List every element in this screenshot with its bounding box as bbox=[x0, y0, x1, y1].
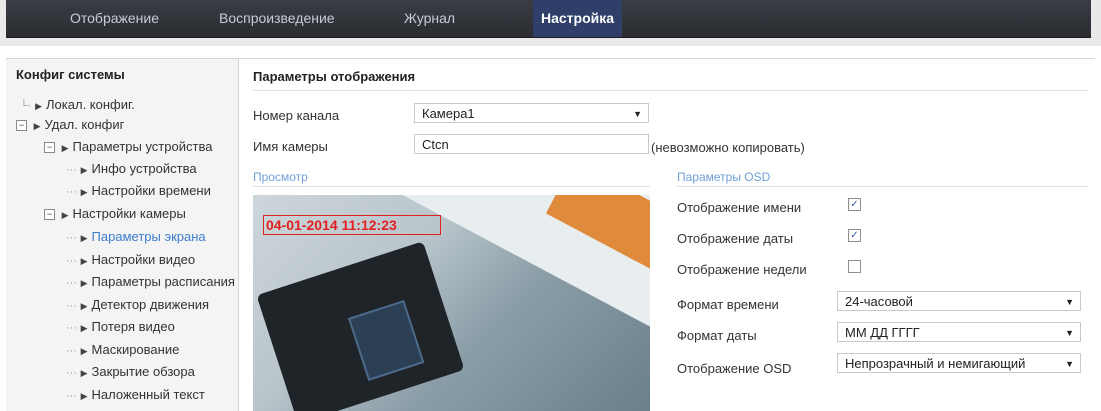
tree-item-tamper-proof[interactable]: ··· ▶ Закрытие обзора bbox=[66, 362, 195, 382]
tree-item-time-settings[interactable]: ··· ▶ Настройки времени bbox=[66, 181, 211, 201]
preview-scene-screen bbox=[347, 299, 425, 381]
show-name-checkbox[interactable]: ✓ bbox=[848, 198, 861, 211]
arrow-right-icon: ▶ bbox=[80, 278, 88, 288]
tree-item-local-config[interactable]: └· ▶ Локал. конфиг. bbox=[20, 95, 135, 115]
show-week-label: Отображение недели bbox=[677, 262, 807, 277]
arrow-right-icon: ▶ bbox=[80, 346, 88, 356]
tree-connector-icon: ··· bbox=[66, 277, 77, 289]
tree-connector-icon: ··· bbox=[66, 367, 77, 379]
display-settings-panel: Параметры отображения Номер канала Камер… bbox=[239, 58, 1095, 411]
chevron-down-icon: ▼ bbox=[1065, 328, 1074, 338]
tree-item-privacy-mask[interactable]: ··· ▶ Маскирование bbox=[66, 340, 179, 360]
tree-item-device-params[interactable]: − ▶ Параметры устройства bbox=[44, 137, 212, 157]
osd-params-divider bbox=[677, 186, 1089, 187]
tree-item-device-info[interactable]: ··· ▶ Инфо устройства bbox=[66, 159, 197, 179]
collapse-toggle-icon[interactable]: − bbox=[44, 209, 55, 221]
date-format-label: Формат даты bbox=[677, 328, 757, 343]
show-date-checkbox[interactable]: ✓ bbox=[848, 229, 861, 242]
tree-item-text-overlay[interactable]: ··· ▶ Наложенный текст bbox=[66, 385, 205, 405]
main-nav: Отображение Воспроизведение Журнал Настр… bbox=[6, 0, 1091, 38]
tree-connector-icon: ··· bbox=[66, 300, 77, 312]
time-format-label: Формат времени bbox=[677, 297, 779, 312]
top-bar: Отображение Воспроизведение Журнал Настр… bbox=[0, 0, 1101, 46]
date-format-select[interactable]: ММ ДД ГГГГ ▼ bbox=[837, 322, 1081, 342]
osd-params-title: Параметры OSD bbox=[677, 170, 771, 184]
title-divider bbox=[253, 90, 1089, 91]
tree-connector-icon: ··· bbox=[66, 164, 77, 176]
arrow-right-icon: ▶ bbox=[80, 301, 88, 311]
chevron-down-icon: ▼ bbox=[1065, 297, 1074, 307]
osd-overlay-box[interactable]: 04-01-2014 11:12:23 bbox=[263, 215, 441, 235]
camera-name-label: Имя камеры bbox=[253, 139, 328, 154]
collapse-toggle-icon[interactable]: − bbox=[16, 120, 27, 132]
arrow-right-icon: ▶ bbox=[80, 165, 88, 175]
tree-connector-icon: ··· bbox=[66, 255, 77, 267]
tree-item-motion-detection[interactable]: ··· ▶ Детектор движения bbox=[66, 295, 209, 315]
tab-configuration[interactable]: Настройка bbox=[533, 0, 623, 37]
tree-item-camera-settings[interactable]: − ▶ Настройки камеры bbox=[44, 204, 186, 224]
osd-display-label: Отображение OSD bbox=[677, 361, 792, 376]
tree-item-remote-config[interactable]: − ▶ Удал. конфиг bbox=[16, 115, 124, 135]
tree-item-video-settings[interactable]: ··· ▶ Настройки видео bbox=[66, 250, 195, 270]
arrow-right-icon: ▶ bbox=[80, 256, 88, 266]
show-week-checkbox[interactable] bbox=[848, 260, 861, 273]
arrow-right-icon: ▶ bbox=[80, 233, 88, 243]
preview-title: Просмотр bbox=[253, 170, 308, 184]
tree-item-display-params[interactable]: ··· ▶ Параметры экрана bbox=[66, 227, 206, 247]
arrow-right-icon: ▶ bbox=[80, 368, 88, 378]
arrow-right-icon: ▶ bbox=[61, 210, 69, 220]
tab-live-view[interactable]: Отображение bbox=[70, 0, 159, 37]
tab-log[interactable]: Журнал bbox=[404, 0, 455, 37]
sidebar-title: Конфиг системы bbox=[16, 67, 125, 82]
tree-item-video-loss[interactable]: ··· ▶ Потеря видео bbox=[66, 317, 175, 337]
camera-preview[interactable]: 04-01-2014 11:12:23 bbox=[253, 195, 650, 411]
time-format-select[interactable]: 24-часовой ▼ bbox=[837, 291, 1081, 311]
channel-label: Номер канала bbox=[253, 108, 340, 123]
tree-connector-icon: ··· bbox=[66, 345, 77, 357]
osd-display-select[interactable]: Непрозрачный и немигающий ▼ bbox=[837, 353, 1081, 373]
tree-connector-icon: ··· bbox=[66, 232, 77, 244]
camera-name-note: (невозможно копировать) bbox=[651, 140, 805, 155]
preview-scene-laptop bbox=[256, 241, 465, 411]
config-sidebar: Конфиг системы └· ▶ Локал. конфиг. − ▶ Уда… bbox=[6, 58, 239, 411]
arrow-right-icon: ▶ bbox=[80, 323, 88, 333]
tree-item-schedule-params[interactable]: ··· ▶ Параметры расписания bbox=[66, 272, 235, 292]
tab-playback[interactable]: Воспроизведение bbox=[219, 0, 335, 37]
preview-divider bbox=[253, 186, 650, 187]
show-date-label: Отображение даты bbox=[677, 231, 794, 246]
tree-connector-icon: ··· bbox=[66, 186, 77, 198]
camera-name-input[interactable]: Ctcn bbox=[414, 134, 649, 154]
arrow-right-icon: ▶ bbox=[33, 121, 41, 131]
tree-connector-icon: ··· bbox=[66, 322, 77, 334]
tree-connector-icon: └· bbox=[20, 100, 32, 112]
arrow-right-icon: ▶ bbox=[61, 143, 69, 153]
show-name-label: Отображение имени bbox=[677, 200, 802, 215]
chevron-down-icon: ▼ bbox=[633, 109, 642, 119]
arrow-right-icon: ▶ bbox=[80, 391, 88, 401]
tree-connector-icon: ··· bbox=[66, 390, 77, 402]
arrow-right-icon: ▶ bbox=[80, 187, 88, 197]
arrow-right-icon: ▶ bbox=[35, 101, 43, 111]
page-title: Параметры отображения bbox=[253, 69, 416, 84]
collapse-toggle-icon[interactable]: − bbox=[44, 142, 55, 154]
chevron-down-icon: ▼ bbox=[1065, 359, 1074, 369]
channel-select[interactable]: Камера1 ▼ bbox=[414, 103, 649, 123]
